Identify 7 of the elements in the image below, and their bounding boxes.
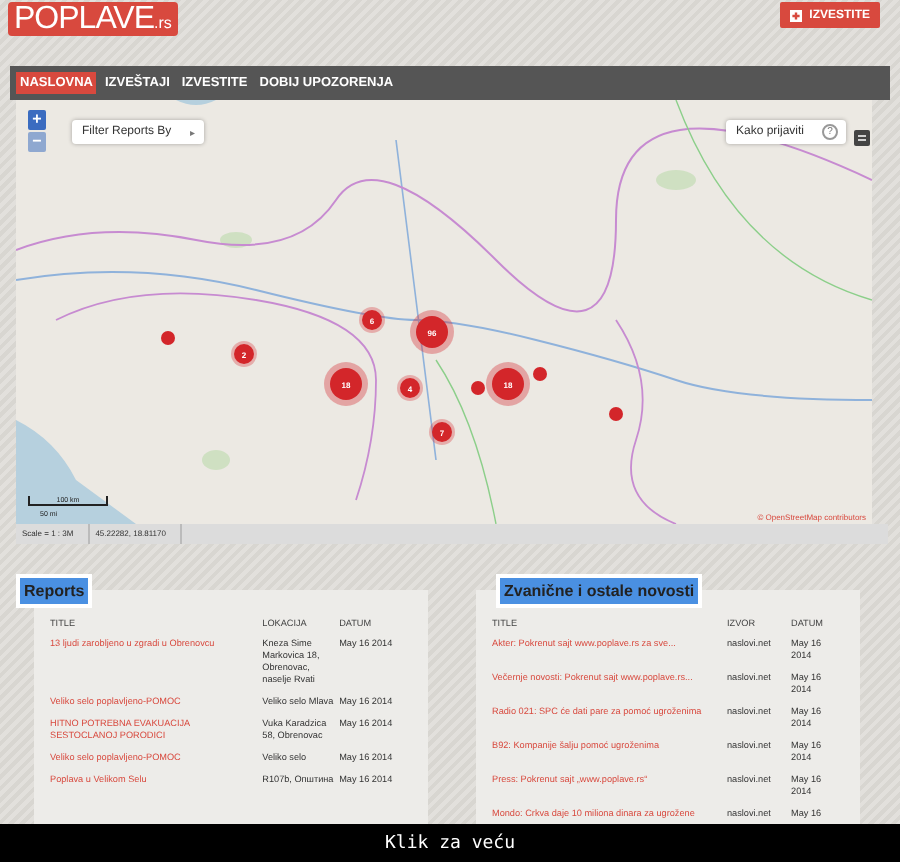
plus-icon [789,9,802,21]
site-logo[interactable]: POPLAVE.rs [8,2,178,36]
zoom-in-button[interactable]: + [28,110,46,130]
panel-title: Zvanične i ostale novosti [496,574,703,608]
zoom-out-button[interactable]: − [28,132,46,152]
layers-icon[interactable] [854,130,870,146]
panel-title: Reports [16,574,93,608]
